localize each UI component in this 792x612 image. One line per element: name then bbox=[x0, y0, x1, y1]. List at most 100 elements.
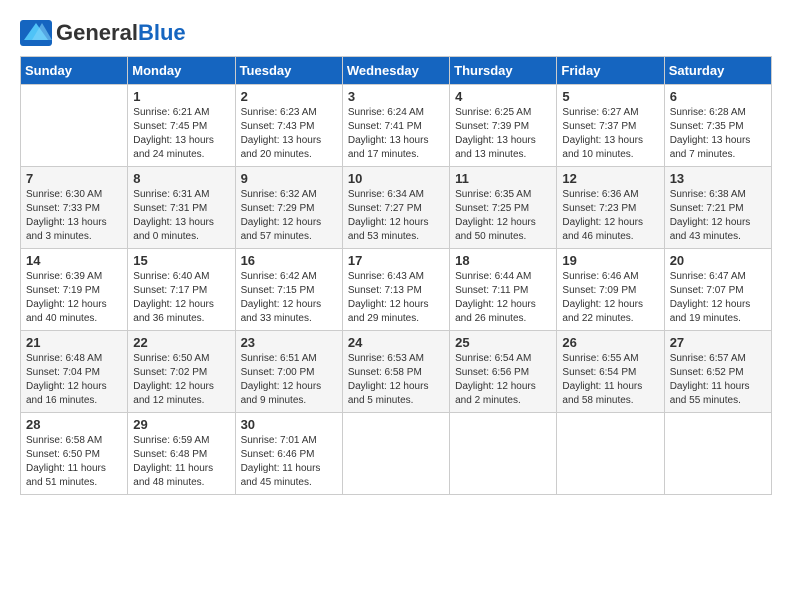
day-number: 13 bbox=[670, 171, 766, 186]
day-info: Sunrise: 6:42 AM Sunset: 7:15 PM Dayligh… bbox=[241, 270, 337, 326]
day-info: Sunrise: 6:43 AM Sunset: 7:13 PM Dayligh… bbox=[348, 270, 444, 326]
calendar-cell: 30 Sunrise: 7:01 AM Sunset: 6:46 PM Dayli… bbox=[235, 413, 342, 495]
header-day: Tuesday bbox=[235, 57, 342, 85]
day-number: 18 bbox=[455, 253, 551, 268]
calendar-cell: 7 Sunrise: 6:30 AM Sunset: 7:33 PM Daylig… bbox=[21, 167, 128, 249]
day-info: Sunrise: 6:21 AM Sunset: 7:45 PM Dayligh… bbox=[133, 106, 229, 162]
day-number: 7 bbox=[26, 171, 122, 186]
day-info: Sunrise: 6:47 AM Sunset: 7:07 PM Dayligh… bbox=[670, 270, 766, 326]
day-info: Sunrise: 6:35 AM Sunset: 7:25 PM Dayligh… bbox=[455, 188, 551, 244]
header-day: Thursday bbox=[450, 57, 557, 85]
calendar-cell: 6Sunrise: 6:28 AM Sunset: 7:35 PM Daylig… bbox=[664, 85, 771, 167]
header-day: Monday bbox=[128, 57, 235, 85]
day-info: Sunrise: 6:54 AM Sunset: 6:56 PM Dayligh… bbox=[455, 352, 551, 408]
day-number: 25 bbox=[455, 335, 551, 350]
day-number: 15 bbox=[133, 253, 229, 268]
day-info: Sunrise: 7:01 AM Sunset: 6:46 PM Dayligh… bbox=[241, 434, 337, 490]
day-number: 8 bbox=[133, 171, 229, 186]
calendar-cell: 9Sunrise: 6:32 AM Sunset: 7:29 PM Daylig… bbox=[235, 167, 342, 249]
day-number: 14 bbox=[26, 253, 122, 268]
calendar-week: 14 Sunrise: 6:39 AM Sunset: 7:19 PM Dayli… bbox=[21, 249, 772, 331]
logo: GeneralBlue bbox=[20, 20, 186, 46]
day-info: Sunrise: 6:27 AM Sunset: 7:37 PM Dayligh… bbox=[562, 106, 658, 162]
day-info: Sunrise: 6:51 AM Sunset: 7:00 PM Dayligh… bbox=[241, 352, 337, 408]
day-info: Sunrise: 6:36 AM Sunset: 7:23 PM Dayligh… bbox=[562, 188, 658, 244]
calendar-cell: 8Sunrise: 6:31 AM Sunset: 7:31 PM Daylig… bbox=[128, 167, 235, 249]
day-info: Sunrise: 6:25 AM Sunset: 7:39 PM Dayligh… bbox=[455, 106, 551, 162]
day-info: Sunrise: 6:30 AM Sunset: 7:33 PM Dayligh… bbox=[26, 188, 122, 244]
day-number: 17 bbox=[348, 253, 444, 268]
day-number: 27 bbox=[670, 335, 766, 350]
day-number: 30 bbox=[241, 417, 337, 432]
day-number: 28 bbox=[26, 417, 122, 432]
calendar-cell: 4 Sunrise: 6:25 AM Sunset: 7:39 PM Daylig… bbox=[450, 85, 557, 167]
calendar-cell bbox=[664, 413, 771, 495]
day-info: Sunrise: 6:39 AM Sunset: 7:19 PM Dayligh… bbox=[26, 270, 122, 326]
calendar-cell: 13 Sunrise: 6:38 AM Sunset: 7:21 PM Dayli… bbox=[664, 167, 771, 249]
calendar-week: 1 Sunrise: 6:21 AM Sunset: 7:45 PM Daylig… bbox=[21, 85, 772, 167]
header-day: Sunday bbox=[21, 57, 128, 85]
calendar-cell: 18 Sunrise: 6:44 AM Sunset: 7:11 PM Dayli… bbox=[450, 249, 557, 331]
calendar-cell: 28 Sunrise: 6:58 AM Sunset: 6:50 PM Dayli… bbox=[21, 413, 128, 495]
day-number: 19 bbox=[562, 253, 658, 268]
day-number: 21 bbox=[26, 335, 122, 350]
day-number: 6 bbox=[670, 89, 766, 104]
day-info: Sunrise: 6:58 AM Sunset: 6:50 PM Dayligh… bbox=[26, 434, 122, 490]
calendar-cell: 27Sunrise: 6:57 AM Sunset: 6:52 PM Dayli… bbox=[664, 331, 771, 413]
logo-blue: Blue bbox=[138, 20, 186, 45]
calendar-cell: 15 Sunrise: 6:40 AM Sunset: 7:17 PM Dayli… bbox=[128, 249, 235, 331]
calendar-cell: 20 Sunrise: 6:47 AM Sunset: 7:07 PM Dayli… bbox=[664, 249, 771, 331]
calendar-cell: 26Sunrise: 6:55 AM Sunset: 6:54 PM Dayli… bbox=[557, 331, 664, 413]
header-day: Friday bbox=[557, 57, 664, 85]
day-info: Sunrise: 6:59 AM Sunset: 6:48 PM Dayligh… bbox=[133, 434, 229, 490]
day-info: Sunrise: 6:40 AM Sunset: 7:17 PM Dayligh… bbox=[133, 270, 229, 326]
day-number: 4 bbox=[455, 89, 551, 104]
day-number: 12 bbox=[562, 171, 658, 186]
day-info: Sunrise: 6:48 AM Sunset: 7:04 PM Dayligh… bbox=[26, 352, 122, 408]
header-day: Wednesday bbox=[342, 57, 449, 85]
logo-general: GeneralBlue bbox=[56, 20, 186, 46]
calendar-cell: 25 Sunrise: 6:54 AM Sunset: 6:56 PM Dayli… bbox=[450, 331, 557, 413]
calendar-cell bbox=[342, 413, 449, 495]
calendar-cell: 24Sunrise: 6:53 AM Sunset: 6:58 PM Dayli… bbox=[342, 331, 449, 413]
day-number: 11 bbox=[455, 171, 551, 186]
calendar-cell: 10 Sunrise: 6:34 AM Sunset: 7:27 PM Dayli… bbox=[342, 167, 449, 249]
calendar-cell bbox=[450, 413, 557, 495]
day-number: 1 bbox=[133, 89, 229, 104]
page-header: GeneralBlue bbox=[20, 20, 772, 46]
calendar-cell: 12 Sunrise: 6:36 AM Sunset: 7:23 PM Dayli… bbox=[557, 167, 664, 249]
calendar-table: SundayMondayTuesdayWednesdayThursdayFrid… bbox=[20, 56, 772, 495]
day-info: Sunrise: 6:34 AM Sunset: 7:27 PM Dayligh… bbox=[348, 188, 444, 244]
day-number: 10 bbox=[348, 171, 444, 186]
calendar-week: 28 Sunrise: 6:58 AM Sunset: 6:50 PM Dayli… bbox=[21, 413, 772, 495]
header-row: SundayMondayTuesdayWednesdayThursdayFrid… bbox=[21, 57, 772, 85]
day-info: Sunrise: 6:55 AM Sunset: 6:54 PM Dayligh… bbox=[562, 352, 658, 408]
calendar-cell: 19 Sunrise: 6:46 AM Sunset: 7:09 PM Dayli… bbox=[557, 249, 664, 331]
day-number: 16 bbox=[241, 253, 337, 268]
calendar-cell: 3Sunrise: 6:24 AM Sunset: 7:41 PM Daylig… bbox=[342, 85, 449, 167]
day-info: Sunrise: 6:46 AM Sunset: 7:09 PM Dayligh… bbox=[562, 270, 658, 326]
day-info: Sunrise: 6:44 AM Sunset: 7:11 PM Dayligh… bbox=[455, 270, 551, 326]
day-number: 2 bbox=[241, 89, 337, 104]
header-day: Saturday bbox=[664, 57, 771, 85]
day-info: Sunrise: 6:50 AM Sunset: 7:02 PM Dayligh… bbox=[133, 352, 229, 408]
calendar-week: 21 Sunrise: 6:48 AM Sunset: 7:04 PM Dayli… bbox=[21, 331, 772, 413]
day-info: Sunrise: 6:38 AM Sunset: 7:21 PM Dayligh… bbox=[670, 188, 766, 244]
day-info: Sunrise: 6:53 AM Sunset: 6:58 PM Dayligh… bbox=[348, 352, 444, 408]
day-number: 20 bbox=[670, 253, 766, 268]
day-number: 23 bbox=[241, 335, 337, 350]
calendar-cell: 14 Sunrise: 6:39 AM Sunset: 7:19 PM Dayli… bbox=[21, 249, 128, 331]
calendar-cell: 29Sunrise: 6:59 AM Sunset: 6:48 PM Dayli… bbox=[128, 413, 235, 495]
day-number: 3 bbox=[348, 89, 444, 104]
calendar-cell bbox=[557, 413, 664, 495]
day-info: Sunrise: 6:32 AM Sunset: 7:29 PM Dayligh… bbox=[241, 188, 337, 244]
calendar-cell: 23 Sunrise: 6:51 AM Sunset: 7:00 PM Dayli… bbox=[235, 331, 342, 413]
calendar-cell: 17 Sunrise: 6:43 AM Sunset: 7:13 PM Dayli… bbox=[342, 249, 449, 331]
calendar-cell: 1 Sunrise: 6:21 AM Sunset: 7:45 PM Daylig… bbox=[128, 85, 235, 167]
calendar-cell: 5 Sunrise: 6:27 AM Sunset: 7:37 PM Daylig… bbox=[557, 85, 664, 167]
calendar-cell: 22Sunrise: 6:50 AM Sunset: 7:02 PM Dayli… bbox=[128, 331, 235, 413]
calendar-body: 1 Sunrise: 6:21 AM Sunset: 7:45 PM Daylig… bbox=[21, 85, 772, 495]
day-number: 5 bbox=[562, 89, 658, 104]
calendar-cell: 16 Sunrise: 6:42 AM Sunset: 7:15 PM Dayli… bbox=[235, 249, 342, 331]
day-info: Sunrise: 6:23 AM Sunset: 7:43 PM Dayligh… bbox=[241, 106, 337, 162]
